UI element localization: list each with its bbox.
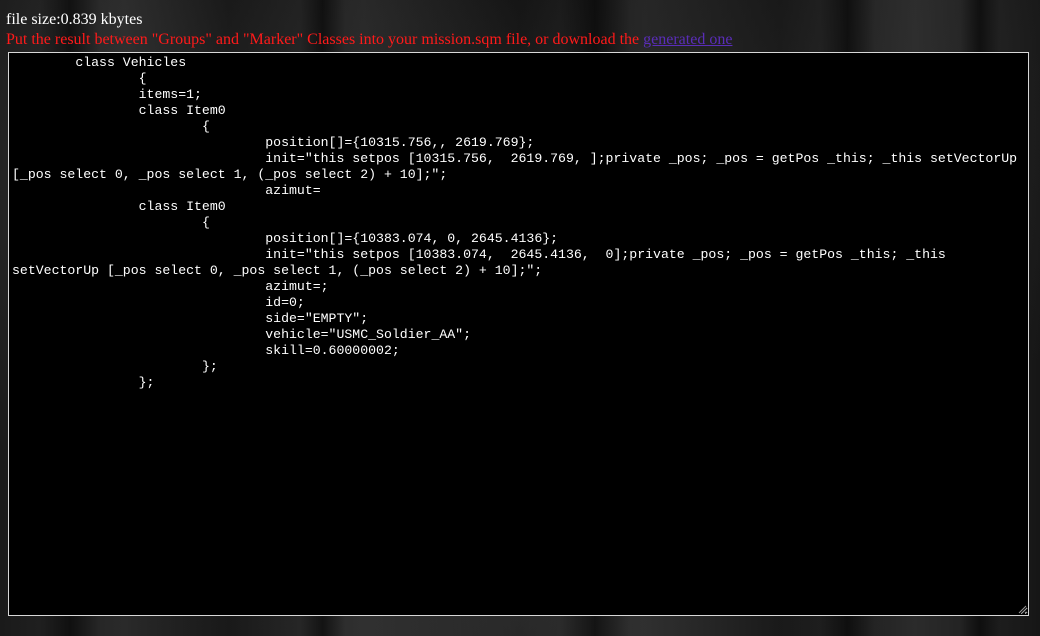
instructions-label: Put the result between "Groups" and "Mar… bbox=[6, 31, 644, 48]
download-generated-link[interactable]: generated one bbox=[643, 31, 732, 48]
page-body: { "header": { "file_size_text": "file si… bbox=[0, 0, 1040, 636]
instructions-text: Put the result between "Groups" and "Mar… bbox=[6, 31, 732, 49]
file-size-label: file size:0.839 kbytes bbox=[6, 11, 143, 28]
generated-code-textarea[interactable]: class Vehicles { items=1; class Item0 { … bbox=[8, 52, 1029, 616]
